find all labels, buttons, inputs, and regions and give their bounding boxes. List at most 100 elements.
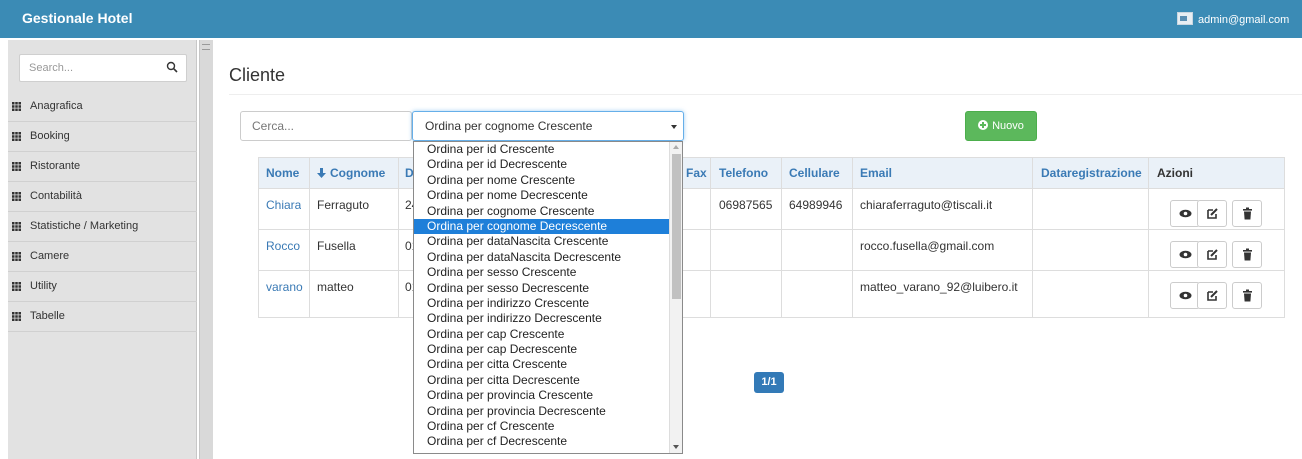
dropdown-option[interactable]: Ordina per nome Crescente [414,173,682,188]
arrow-down-icon [317,168,326,178]
col-fax[interactable]: Fax [686,158,707,189]
dropdown-option[interactable]: Ordina per cognome Decrescente [414,218,682,235]
sidebar-resize-rail[interactable] [199,40,213,459]
grid-icon [12,132,21,141]
cell-email: chiaraferraguto@tiscali.it [860,198,993,212]
dropdown-scrollbar[interactable] [669,142,682,453]
trash-icon [1243,207,1252,220]
dropdown-option[interactable]: Ordina per cognome Crescente [414,204,682,219]
dropdown-option[interactable]: Ordina per nome Decrescente [414,188,682,203]
plus-circle-icon [978,120,989,130]
cell-cognome: matteo [317,280,354,294]
col-cognome-label: Cognome [330,166,386,180]
search-input[interactable]: Cerca... [240,111,412,141]
user-menu[interactable]: admin@gmail.com [1177,12,1289,26]
scroll-up-arrow-icon[interactable] [673,145,679,149]
edit-button[interactable] [1197,200,1227,227]
sidebar-item-label: Booking [30,130,70,142]
trash-icon [1243,289,1252,302]
dropdown-option[interactable]: Ordina per provincia Decrescente [414,404,682,419]
eye-icon [1179,250,1192,259]
dropdown-option[interactable]: Ordina per dataNascita Decrescente [414,250,682,265]
delete-button[interactable] [1232,282,1262,309]
grid-icon [12,282,21,291]
dropdown-option[interactable]: Ordina per id Crescente [414,142,682,157]
cell-email: matteo_varano_92@luibero.it [860,280,1018,294]
sidebar-menu: Anagrafica Booking Ristorante Contabilit… [8,92,197,332]
sidebar-resize-handle-icon[interactable] [202,44,210,50]
grid-icon [12,162,21,171]
dropdown-option[interactable]: Ordina per dataNascita Crescente [414,234,682,249]
search-icon[interactable] [166,61,178,73]
edit-icon [1207,208,1218,219]
dropdown-option[interactable]: Ordina per cap Crescente [414,327,682,342]
cell-nome[interactable]: Chiara [266,190,301,220]
col-email[interactable]: Email [860,158,892,189]
edit-button[interactable] [1197,241,1227,268]
dropdown-options: Ordina per id Crescente Ordina per id Dec… [414,142,682,450]
sidebar-item-anagrafica[interactable]: Anagrafica [8,92,197,122]
sidebar-item-utility[interactable]: Utility [8,272,197,302]
dropdown-option[interactable]: Ordina per cap Decrescente [414,342,682,357]
page-title: Cliente [229,65,286,85]
sidebar-item-statistiche-marketing[interactable]: Statistiche / Marketing [8,212,197,242]
grid-icon [12,192,21,201]
delete-button[interactable] [1232,200,1262,227]
dropdown-option[interactable]: Ordina per citta Crescente [414,357,682,372]
eye-icon [1179,209,1192,218]
dropdown-option[interactable]: Ordina per indirizzo Crescente [414,296,682,311]
edit-icon [1207,249,1218,260]
grid-icon [12,102,21,111]
dropdown-option[interactable]: Ordina per cf Decrescente [414,434,682,449]
sidebar-item-label: Ristorante [30,160,81,172]
sidebar-item-camere[interactable]: Camere [8,242,197,272]
sort-select[interactable]: Ordina per cognome Crescente [412,111,684,141]
dropdown-option[interactable]: Ordina per id Decrescente [414,157,682,172]
sidebar-item-label: Camere [30,250,70,262]
col-telefono[interactable]: Telefono [719,158,768,189]
dropdown-option[interactable]: Ordina per sesso Decrescente [414,281,682,296]
edit-icon [1207,290,1218,301]
col-cellulare[interactable]: Cellulare [789,158,840,189]
app-brand[interactable]: Gestionale Hotel [22,10,132,26]
sidebar-search-input[interactable] [20,55,160,81]
sidebar-search [19,54,187,82]
col-nome[interactable]: Nome [266,158,299,189]
new-button-label: Nuovo [992,120,1024,132]
sidebar-item-tabelle[interactable]: Tabelle [8,302,197,332]
sidebar-item-contabilita[interactable]: Contabilità [8,182,197,212]
edit-button[interactable] [1197,282,1227,309]
dropdown-option[interactable]: Ordina per sesso Crescente [414,265,682,280]
sidebar-item-label: Contabilità [30,190,82,202]
dropdown-option[interactable]: Ordina per citta Decrescente [414,373,682,388]
view-button[interactable] [1170,282,1200,309]
dropdown-option[interactable]: Ordina per provincia Crescente [414,388,682,403]
view-button[interactable] [1170,241,1200,268]
cell-cognome: Ferraguto [317,198,370,212]
title-divider [229,94,1302,95]
scroll-down-arrow-icon[interactable] [673,445,679,449]
dropdown-scrollbar-thumb[interactable] [672,154,681,299]
pagination-current-page[interactable]: 1/1 [754,372,784,393]
user-email: admin@gmail.com [1198,14,1290,26]
sidebar-item-label: Anagrafica [30,100,83,112]
sidebar-item-booking[interactable]: Booking [8,122,197,152]
new-client-button[interactable]: Nuovo [965,111,1037,141]
sidebar-item-label: Tabelle [30,310,65,322]
cell-nome[interactable]: Rocco [266,231,300,261]
grid-icon [12,222,21,231]
sidebar-item-ristorante[interactable]: Ristorante [8,152,197,182]
dropdown-option[interactable]: Ordina per indirizzo Decrescente [414,311,682,326]
cell-nome[interactable]: varano [266,272,303,302]
col-dataregistrazione[interactable]: Dataregistrazione [1041,158,1142,189]
sidebar-item-label: Utility [30,280,57,292]
sort-select-value: Ordina per cognome Crescente [425,119,593,133]
sidebar: Anagrafica Booking Ristorante Contabilit… [8,40,197,459]
view-button[interactable] [1170,200,1200,227]
chevron-down-icon [671,125,677,129]
sort-dropdown-list: Ordina per id Crescente Ordina per id Dec… [413,141,683,454]
delete-button[interactable] [1232,241,1262,268]
dropdown-option[interactable]: Ordina per cf Crescente [414,419,682,434]
cell-cognome: Fusella [317,239,356,253]
col-cognome[interactable]: Cognome [317,158,385,189]
